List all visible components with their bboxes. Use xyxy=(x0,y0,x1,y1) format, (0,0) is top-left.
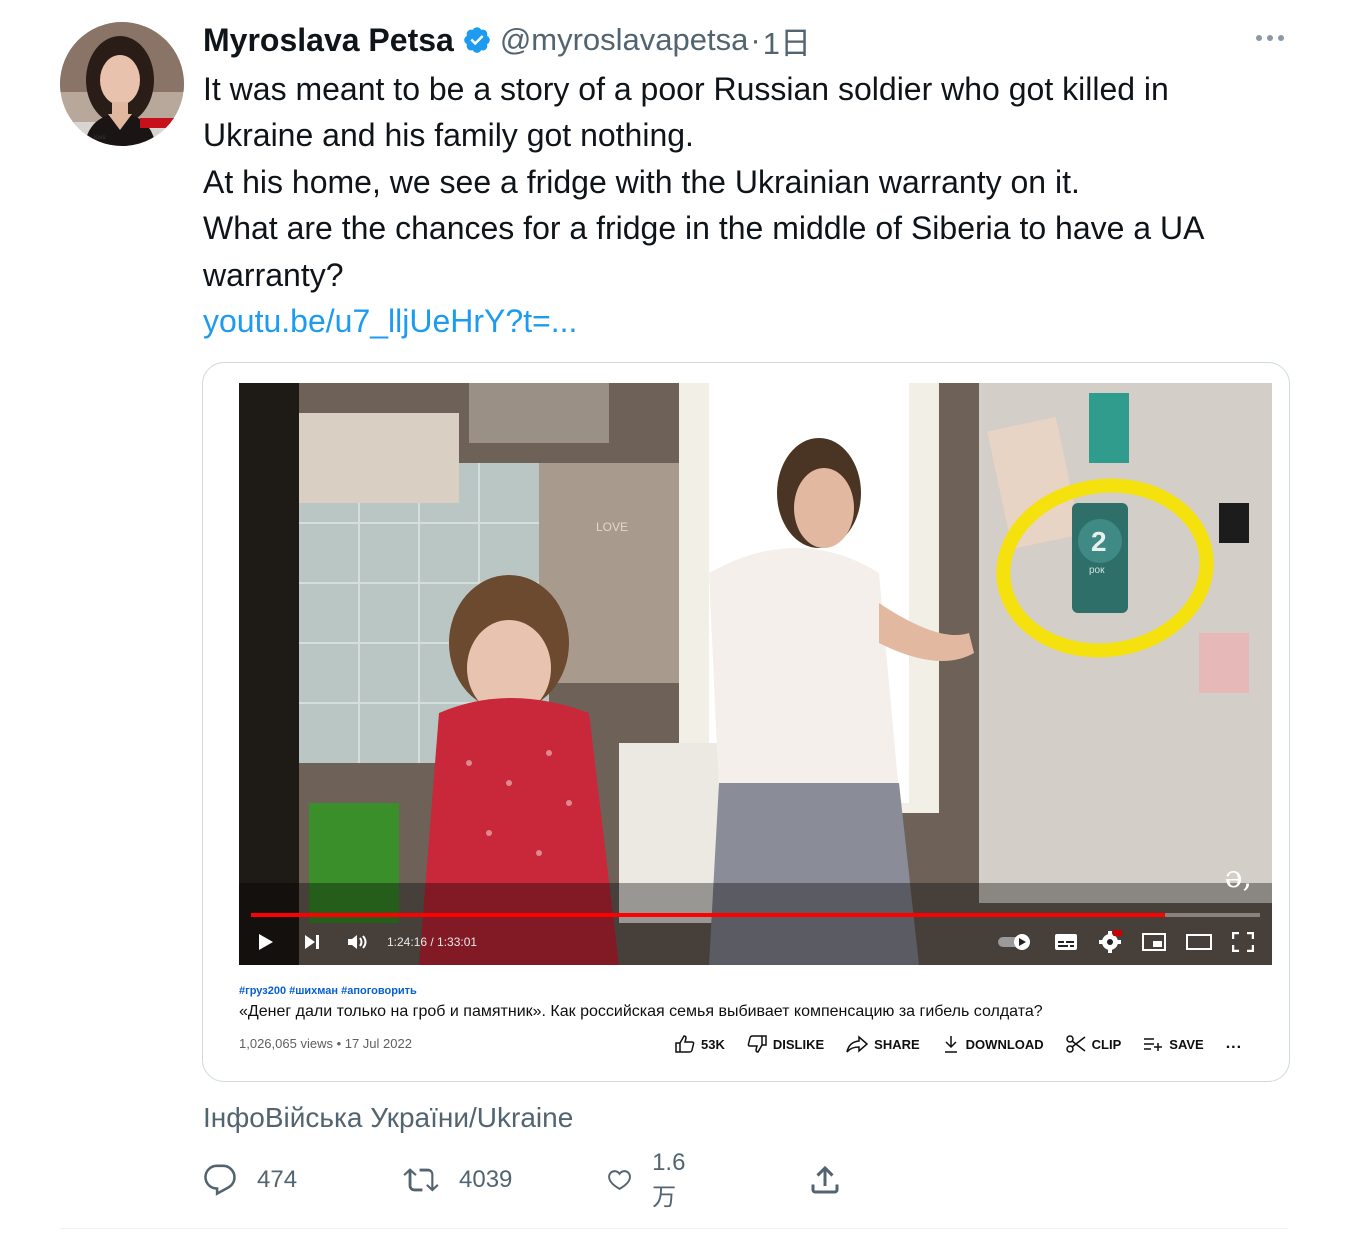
like-tweet-button[interactable]: 1.6万 xyxy=(607,1149,694,1211)
theater-icon[interactable] xyxy=(1186,928,1212,956)
video-timecode: 1:24:16 / 1:33:01 xyxy=(387,935,478,949)
like-heart-icon xyxy=(608,1170,631,1190)
author-handle[interactable]: @myroslavapetsa xyxy=(500,22,749,58)
video-actions: 53K DISLIKE SHARE DOWNLOAD CLIP SAVE ... xyxy=(675,1035,1242,1053)
tweet-time[interactable]: 1日 xyxy=(763,18,811,63)
fullscreen-icon[interactable] xyxy=(1232,928,1254,956)
video-more-button[interactable]: ... xyxy=(1226,1035,1242,1053)
dislike-label: DISLIKE xyxy=(772,1036,825,1052)
tweet-header: Myroslava Petsa @myroslavapetsa · 1日 xyxy=(203,18,811,62)
like-count-tweet: 1.6万 xyxy=(652,1148,686,1211)
tweet-text-line: What are the chances for a fridge in the… xyxy=(203,210,1205,247)
sticker-word: рок xyxy=(1089,565,1105,576)
clip-button[interactable]: CLIP xyxy=(1065,1035,1122,1053)
retweet-button[interactable]: 4039 xyxy=(403,1160,512,1200)
share-tweet-icon xyxy=(811,1165,839,1194)
share-button[interactable]: SHARE xyxy=(846,1035,920,1053)
miniplayer-icon[interactable] xyxy=(1142,928,1166,956)
play-icon[interactable] xyxy=(257,928,275,956)
author-avatar[interactable]: Київ xyxy=(60,22,184,146)
reply-icon xyxy=(204,1164,236,1196)
retweet-count: 4039 xyxy=(459,1166,513,1193)
share-icon xyxy=(846,1035,869,1053)
video-controls: 1:24:16 / 1:33:01 xyxy=(239,919,1272,965)
share-tweet-button[interactable] xyxy=(807,1160,863,1200)
volume-icon[interactable] xyxy=(347,928,369,956)
like-icon xyxy=(675,1035,695,1053)
tweet-link[interactable]: youtu.be/u7_lljUeHrY?t=... xyxy=(203,298,1293,344)
sticker-number: 2 xyxy=(1091,526,1107,557)
tweet-text-line: Ukraine and his family got nothing. xyxy=(203,117,694,154)
video-frame: LOVE 2 рок xyxy=(239,383,1272,965)
video-hashtags[interactable]: #груз200 #шихман #апоговорить xyxy=(239,985,417,997)
tweet-source[interactable]: ІнфоВійська України/Ukraine xyxy=(203,1102,573,1134)
wall-text: LOVE xyxy=(596,520,628,534)
download-icon xyxy=(944,1036,957,1053)
settings-icon[interactable] xyxy=(1098,928,1122,956)
tweet-divider xyxy=(60,1228,1288,1229)
subtitles-icon[interactable] xyxy=(1054,928,1078,956)
verified-badge-icon xyxy=(462,25,492,55)
dislike-button[interactable]: DISLIKE xyxy=(747,1035,824,1053)
tweet-text: It was meant to be a story of a poor Rus… xyxy=(203,66,1293,344)
channel-watermark[interactable]: ə, xyxy=(1225,860,1252,895)
reply-button[interactable]: 474 xyxy=(203,1160,297,1200)
dislike-icon xyxy=(747,1035,767,1053)
reply-count: 474 xyxy=(257,1166,298,1193)
video-title: «Денег дали только на гроб и памятник». … xyxy=(239,1003,1043,1020)
save-button[interactable]: SAVE xyxy=(1143,1036,1204,1052)
header-separator: · xyxy=(750,22,761,57)
share-label: SHARE xyxy=(874,1036,920,1052)
save-label: SAVE xyxy=(1169,1036,1204,1052)
avatar-caption: Київ xyxy=(94,135,106,141)
download-button[interactable]: DOWNLOAD xyxy=(942,1035,1044,1053)
clip-icon xyxy=(1065,1035,1086,1053)
more-icon[interactable] xyxy=(1256,30,1288,46)
next-icon[interactable] xyxy=(303,928,321,956)
clip-label: CLIP xyxy=(1091,1036,1122,1052)
media-card[interactable]: LOVE 2 рок ə, 1:24:16 / 1:33:01 #груз200… xyxy=(202,362,1290,1082)
progress-bar[interactable] xyxy=(251,913,1260,917)
like-button[interactable]: 53K xyxy=(675,1035,725,1053)
tweet-text-line: It was meant to be a story of a poor Rus… xyxy=(203,71,1169,107)
retweet-icon xyxy=(403,1168,439,1192)
save-icon xyxy=(1144,1038,1163,1051)
tweet-text-line: At his home, we see a fridge with the Uk… xyxy=(203,163,1080,200)
progress-bar-fill xyxy=(251,913,1166,917)
video-player[interactable]: LOVE 2 рок ə, 1:24:16 / 1:33:01 xyxy=(239,383,1272,965)
download-label: DOWNLOAD xyxy=(965,1036,1044,1052)
author-name[interactable]: Myroslava Petsa xyxy=(203,22,454,59)
like-count: 53K xyxy=(701,1036,725,1052)
autoplay-icon[interactable] xyxy=(998,928,1034,956)
video-meta: 1,026,065 views • 17 Jul 2022 xyxy=(239,1036,412,1051)
tweet-text-line: warranty? xyxy=(203,256,344,293)
